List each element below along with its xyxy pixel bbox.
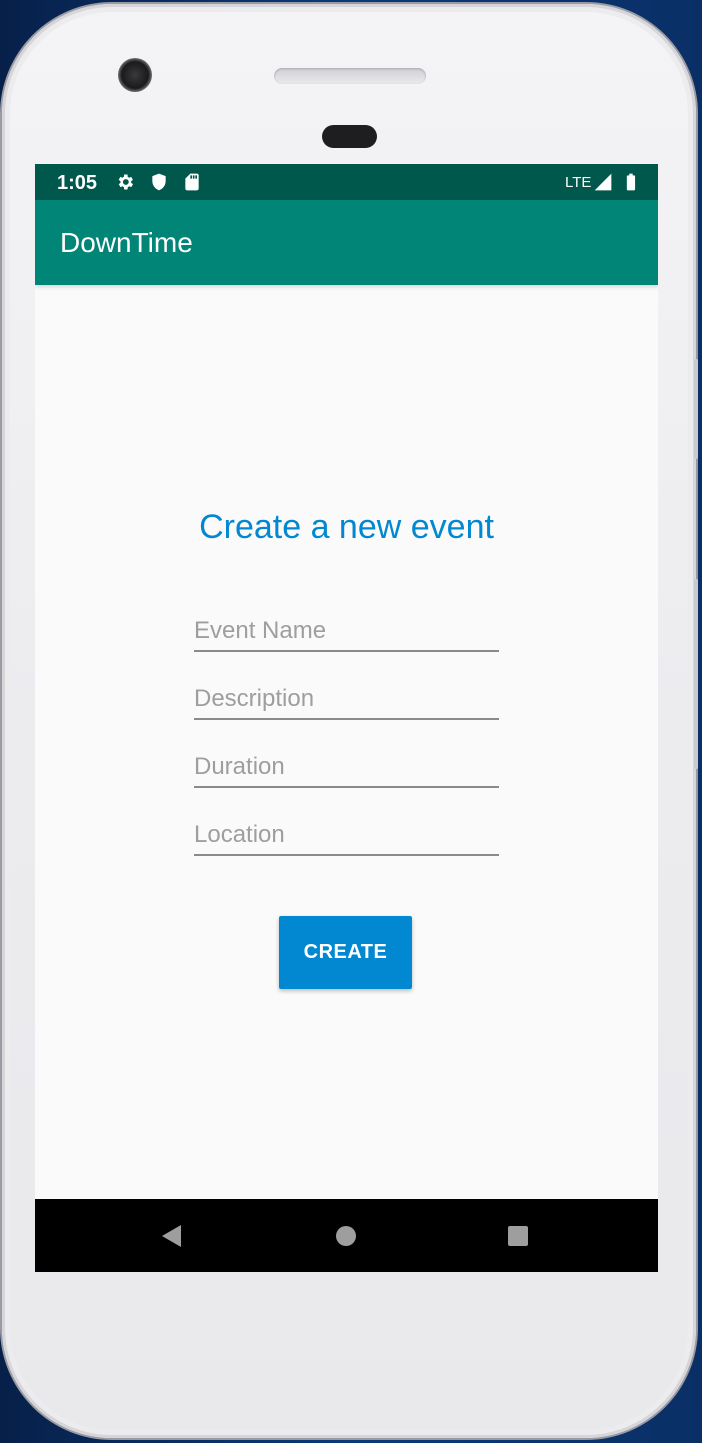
status-time: 1:05 [57,172,98,194]
status-bar: 1:05 LTE [35,164,658,200]
page-title: Create a new event [199,508,494,546]
create-button[interactable]: CREATE [279,916,412,989]
back-icon[interactable] [159,1223,185,1249]
network-type: LTE [565,174,592,191]
location-field[interactable] [194,816,499,856]
description-field[interactable] [194,680,499,720]
signal-icon [594,173,612,191]
power-button [694,359,698,459]
recents-icon[interactable] [505,1223,531,1249]
battery-icon [626,173,636,191]
shield-icon [152,173,166,191]
front-camera [118,58,152,92]
app-bar: DownTime [35,200,658,285]
volume-button [694,579,698,769]
navigation-bar [35,1199,658,1272]
sd-card-icon [185,173,199,191]
app-title: DownTime [60,227,193,258]
earpiece-speaker [274,68,426,84]
proximity-sensor [322,125,377,148]
home-icon[interactable] [333,1223,359,1249]
gear-icon [118,174,133,190]
event-name-field[interactable] [194,612,499,652]
duration-field[interactable] [194,748,499,788]
phone-screen: 1:05 LTE DownTime Create a new event CRE… [35,164,658,1272]
